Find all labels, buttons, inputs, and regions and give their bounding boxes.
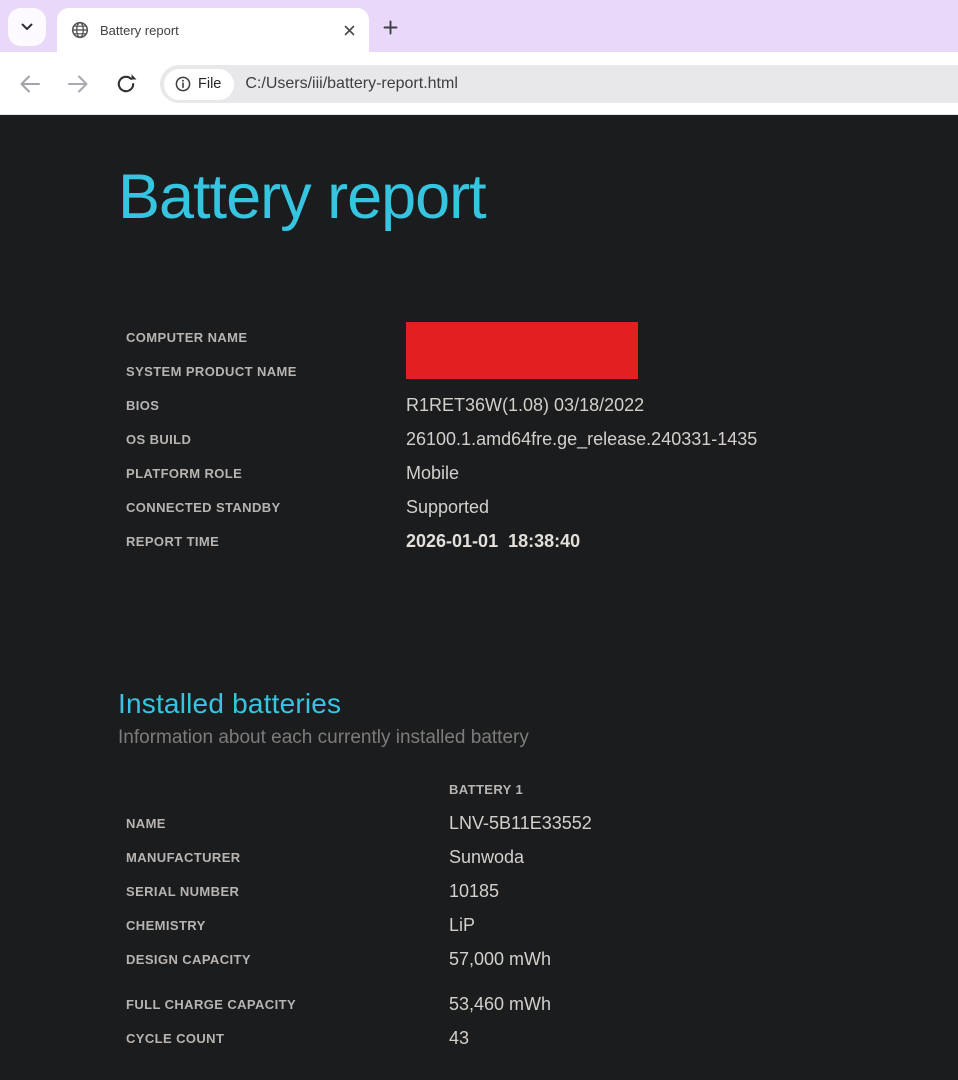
- row-label: MANUFACTURER: [126, 850, 449, 865]
- system-info-table: COMPUTER NAME SYSTEM PRODUCT NAME BIOS R…: [126, 320, 757, 558]
- tab-title: Battery report: [100, 23, 339, 38]
- table-row: NAME LNV-5B11E33552: [126, 806, 592, 840]
- chevron-down-icon: [21, 23, 33, 31]
- tab-strip: Battery report: [0, 0, 958, 52]
- row-label: CONNECTED STANDBY: [126, 500, 406, 515]
- row-value: 10185: [449, 881, 499, 902]
- address-bar[interactable]: File C:/Users/iii/battery-report.html: [160, 65, 958, 103]
- table-row: CYCLE COUNT 43: [126, 1021, 592, 1055]
- section-heading-installed-batteries: Installed batteries: [118, 688, 341, 720]
- row-spacer: [126, 976, 592, 987]
- row-label: BIOS: [126, 398, 406, 413]
- row-value: 2026-01-01 18:38:40: [406, 531, 580, 552]
- table-row: OS BUILD 26100.1.amd64fre.ge_release.240…: [126, 422, 757, 456]
- globe-icon: [71, 21, 89, 39]
- row-value: 43: [449, 1028, 469, 1049]
- row-label: SYSTEM PRODUCT NAME: [126, 364, 406, 379]
- back-button[interactable]: [18, 72, 42, 96]
- redacted-value-overlay: [406, 322, 638, 379]
- row-value: Supported: [406, 497, 489, 518]
- plus-icon: [383, 20, 398, 35]
- battery-report-page: Battery report COMPUTER NAME SYSTEM PROD…: [0, 115, 958, 1080]
- table-row: REPORT TIME 2026-01-01 18:38:40: [126, 524, 757, 558]
- row-label: PLATFORM ROLE: [126, 466, 406, 481]
- table-row: BIOS R1RET36W(1.08) 03/18/2022: [126, 388, 757, 422]
- section-subtitle: Information about each currently install…: [118, 727, 529, 749]
- battery-column-header: BATTERY 1: [449, 782, 523, 797]
- row-label: DESIGN CAPACITY: [126, 952, 449, 967]
- row-label: OS BUILD: [126, 432, 406, 447]
- row-value: Mobile: [406, 463, 459, 484]
- new-tab-button[interactable]: [377, 14, 403, 40]
- reload-button[interactable]: [114, 72, 138, 96]
- row-value: Sunwoda: [449, 847, 524, 868]
- row-label: COMPUTER NAME: [126, 330, 406, 345]
- row-value: R1RET36W(1.08) 03/18/2022: [406, 395, 644, 416]
- row-label: FULL CHARGE CAPACITY: [126, 997, 449, 1012]
- row-label: NAME: [126, 816, 449, 831]
- browser-chrome: Battery report: [0, 0, 958, 115]
- row-value: 53,460 mWh: [449, 994, 551, 1015]
- tab-close-icon[interactable]: [339, 20, 359, 40]
- row-value: 26100.1.amd64fre.ge_release.240331-1435: [406, 429, 757, 450]
- table-row: PLATFORM ROLE Mobile: [126, 456, 757, 490]
- table-header-row: BATTERY 1: [126, 772, 592, 806]
- table-row: SERIAL NUMBER 10185: [126, 874, 592, 908]
- table-row: MANUFACTURER Sunwoda: [126, 840, 592, 874]
- table-row: FULL CHARGE CAPACITY 53,460 mWh: [126, 987, 592, 1021]
- browser-toolbar: File C:/Users/iii/battery-report.html: [0, 52, 958, 115]
- row-value: 57,000 mWh: [449, 949, 551, 970]
- forward-button[interactable]: [66, 72, 90, 96]
- info-icon: [175, 76, 191, 92]
- row-label: SERIAL NUMBER: [126, 884, 449, 899]
- row-label: REPORT TIME: [126, 534, 406, 549]
- file-badge-label: File: [198, 76, 221, 92]
- tab-search-button[interactable]: [8, 8, 46, 46]
- table-row: CONNECTED STANDBY Supported: [126, 490, 757, 524]
- reload-icon: [114, 72, 138, 96]
- tab-battery-report[interactable]: Battery report: [57, 8, 369, 52]
- page-title: Battery report: [118, 155, 486, 239]
- back-arrow-icon: [18, 72, 42, 96]
- row-label: CHEMISTRY: [126, 918, 449, 933]
- row-value: LiP: [449, 915, 475, 936]
- row-value: LNV-5B11E33552: [449, 813, 592, 834]
- table-row: CHEMISTRY LiP: [126, 908, 592, 942]
- battery-info-table: BATTERY 1 NAME LNV-5B11E33552 MANUFACTUR…: [126, 772, 592, 1055]
- row-label: CYCLE COUNT: [126, 1031, 449, 1046]
- table-row: DESIGN CAPACITY 57,000 mWh: [126, 942, 592, 976]
- url-text: C:/Users/iii/battery-report.html: [245, 75, 458, 93]
- site-info-chip[interactable]: File: [164, 69, 234, 100]
- forward-arrow-icon: [66, 72, 90, 96]
